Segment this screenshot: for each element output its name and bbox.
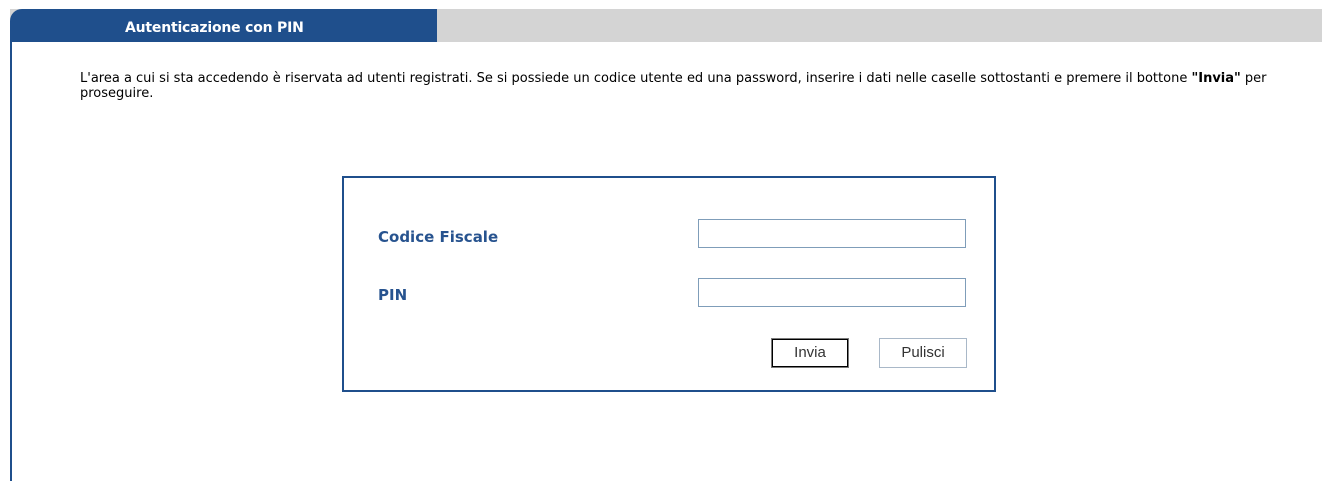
codice-fiscale-input[interactable] (698, 219, 966, 248)
login-form: Codice Fiscale PIN Invia Pulisci (342, 176, 996, 392)
intro-text-before: L'area a cui si sta accedendo è riservat… (80, 71, 1192, 86)
pin-label: PIN (378, 286, 408, 304)
page: Autenticazione con PIN L'area a cui si s… (0, 0, 1322, 481)
intro-highlight: "Invia" (1191, 71, 1241, 86)
tab-title: Autenticazione con PIN (125, 20, 304, 36)
pulisci-button[interactable]: Pulisci (879, 338, 967, 368)
codice-fiscale-label: Codice Fiscale (378, 228, 499, 246)
invia-button[interactable]: Invia (771, 338, 849, 368)
left-border (10, 42, 12, 481)
intro-text: L'area a cui si sta accedendo è riservat… (80, 71, 1280, 101)
tab-autenticazione-pin: Autenticazione con PIN (10, 9, 437, 42)
pin-input[interactable] (698, 278, 966, 307)
